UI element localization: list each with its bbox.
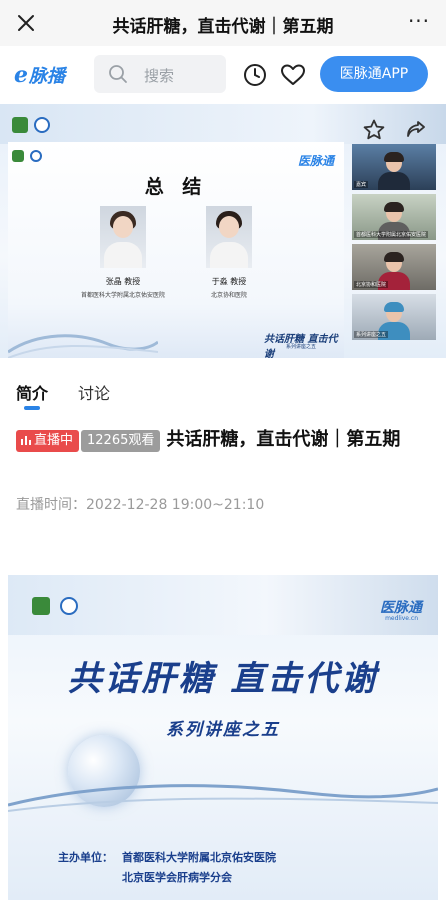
organizer-label: 主办单位： [58,851,113,864]
share-icon[interactable] [404,118,428,142]
society-badge-icon [60,597,78,615]
camera-label: 嘉宾 [354,181,369,188]
tab-discussion[interactable]: 讨论 [78,380,110,404]
camera-label: 北京协和医院 [354,281,389,288]
event-poster: 医脉通 medlive.cn 共话肝糖 直击代谢 系列讲座之五 主办单位： 首都… [8,575,438,900]
presentation-slide: 医脉通 总 结 张晶 教授 首都医科大学附属北京佑安医院 于淼 教授 北京协和医… [8,142,344,358]
page-title: 共话肝糖，直击代谢｜第五期 [112,17,334,37]
poster-brand: 医脉通 [380,600,422,616]
society-badge-icon [30,150,42,162]
close-icon[interactable] [14,11,38,35]
view-count-badge: 12265观看 [81,429,161,452]
slide-brand: 医脉通 [297,154,334,168]
site-header: e 脉播 搜索 医脉通APP [0,46,446,104]
camera-tile[interactable]: 北京协和医院 [352,244,436,290]
society-badge-icon [34,117,50,133]
poster-subtitle: 系列讲座之五 [166,720,280,740]
live-label: 直播中 [34,432,74,448]
top-nav-bar: 共话肝糖，直击代谢｜第五期 ··· [0,0,446,46]
slide-title: 总 结 [144,176,208,198]
star-icon[interactable] [362,118,386,142]
slide-calligraphy-sub: 系列讲座之五 [286,344,317,350]
heart-icon[interactable] [280,63,306,87]
hospital-badge-icon [12,117,28,133]
camera-label: 首都医科大学附属北京佑安医院 [354,231,429,238]
hospital-badge-icon [12,150,24,162]
search-placeholder: 搜索 [144,67,175,85]
live-title: 共话肝糖，直击代谢｜第五期 [166,429,401,450]
logo-text: 脉播 [29,66,65,87]
organizer-name: 北京医学会肝病学分会 [122,871,232,884]
tab-intro[interactable]: 简介 [16,380,48,404]
camera-tile[interactable]: 系列讲座之五 [352,294,436,340]
camera-label: 系列讲座之五 [354,331,389,338]
decorative-wave [8,334,158,358]
search-icon [109,65,127,83]
speaker-org: 首都医科大学附属北京佑安医院 [80,292,165,299]
clock-icon[interactable] [243,63,267,87]
logo[interactable]: e 脉播 [14,62,65,88]
live-time: 直播时间：2022-12-28 19:00~21:10 [16,497,265,513]
speaker-photo [100,206,146,268]
hospital-badge-icon [32,597,50,615]
camera-tile[interactable]: 首都医科大学附属北京佑安医院 [352,194,436,240]
tab-bar: 简介 讨论 [0,370,446,414]
organizer-name: 首都医科大学附属北京佑安医院 [122,851,276,864]
search-input[interactable]: 搜索 [94,55,226,93]
live-info: 直播中 12265观看 共话肝糖，直击代谢｜第五期 [16,425,430,455]
speaker-name: 张晶 教授 [105,277,141,286]
tab-active-indicator [24,406,40,410]
speaker-org: 北京协和医院 [210,292,247,299]
video-player[interactable]: 医脉通 总 结 张晶 教授 首都医科大学附属北京佑安医院 于淼 教授 北京协和医… [0,104,446,358]
open-app-button[interactable]: 医脉通APP [320,56,428,92]
camera-tile[interactable]: 嘉宾 [352,144,436,190]
live-badge: 直播中 [16,429,80,452]
logo-mark: e [14,62,28,88]
speaker-name: 于淼 教授 [211,277,247,286]
poster-brand-sub: medlive.cn [385,615,418,622]
speaker-photo [206,206,252,268]
live-bars-icon [21,435,31,445]
poster-title: 共话肝糖 直击代谢 [67,659,379,699]
decorative-wave [8,784,438,812]
more-icon[interactable]: ··· [406,10,432,36]
